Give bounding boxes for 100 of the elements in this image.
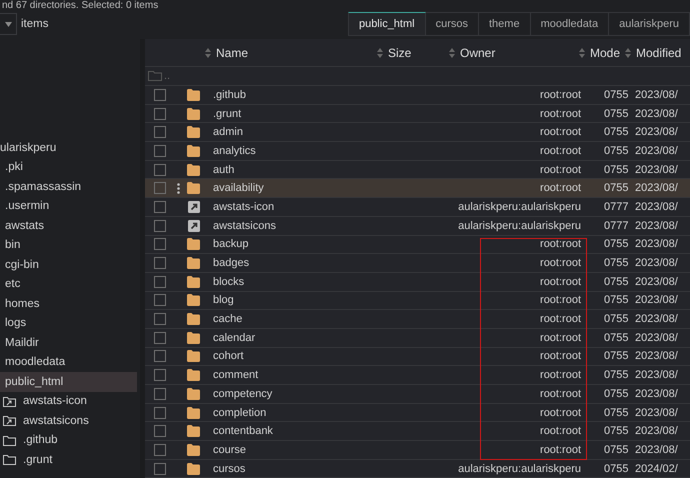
tab[interactable]: theme (479, 12, 531, 36)
modified-cell-text: 2023/08/ (635, 294, 679, 306)
modified-cell-text: 2023/08/ (635, 200, 679, 213)
tree-item[interactable]: etc (0, 274, 140, 294)
tree-item[interactable]: .pki (0, 158, 140, 177)
sort-icon[interactable] (625, 48, 631, 58)
file-name[interactable]: .github (213, 88, 377, 101)
checkbox[interactable] (154, 88, 166, 101)
view-dropdown[interactable] (0, 13, 17, 35)
file-name[interactable]: comment (213, 369, 377, 382)
tree-item[interactable]: cgi-bin (0, 255, 140, 274)
tab[interactable]: aulariskperu (609, 12, 690, 36)
tree-item[interactable]: homes (0, 294, 140, 314)
modified-cell-text: 2023/08/ (635, 332, 679, 344)
folder-icon (187, 108, 200, 120)
tree-item[interactable]: awstatsicons (0, 411, 140, 430)
file-name[interactable]: admin (213, 126, 377, 138)
tab[interactable]: public_html (348, 12, 426, 36)
column-header[interactable]: Name (216, 46, 248, 60)
mode-cell-text: 0755 (603, 126, 630, 138)
tree-item[interactable]: awstats-icon (0, 392, 140, 411)
column-header[interactable]: Size (388, 46, 412, 60)
file-name[interactable]: course (213, 444, 377, 456)
folder-icon (187, 276, 200, 288)
mode-cell-text: 0755 (603, 350, 630, 362)
sort-icon[interactable] (377, 48, 383, 58)
tree-item[interactable]: ulariskperu (0, 138, 140, 158)
checkbox[interactable] (154, 406, 166, 419)
column-header[interactable]: Owner (460, 46, 496, 60)
file-name[interactable]: availability (213, 182, 377, 194)
column-header[interactable]: Modified (636, 46, 682, 60)
tree-item[interactable]: .github (0, 430, 140, 450)
owner-cell-text: root:root (539, 144, 582, 157)
checkbox[interactable] (154, 144, 166, 157)
modified-cell-text: 2023/08/ (635, 164, 679, 176)
mode-cell-text: 0755 (603, 88, 630, 101)
tree-item[interactable]: .spamassassin (0, 177, 140, 196)
tree-item[interactable]: .usermin (0, 196, 140, 216)
tree-item[interactable]: logs (0, 314, 140, 333)
checkbox[interactable] (154, 294, 166, 306)
modified-cell-text: 2023/08/ (635, 88, 679, 101)
checkbox[interactable] (154, 238, 166, 250)
file-name[interactable]: backup (213, 238, 377, 250)
checkbox[interactable] (154, 108, 166, 120)
mode-cell-text: 0755 (603, 332, 630, 344)
checkbox[interactable] (154, 200, 166, 213)
file-name[interactable]: cursos (213, 462, 377, 475)
sort-icon[interactable] (205, 48, 211, 58)
dropdown-label: items (21, 18, 48, 30)
modified-cell-text: 2023/08/ (635, 350, 679, 362)
tree-item[interactable]: Maildir (0, 333, 140, 352)
file-name[interactable]: badges (213, 257, 377, 270)
file-name[interactable]: .grunt (213, 108, 377, 120)
checkbox[interactable] (154, 369, 166, 382)
file-name[interactable]: blocks (213, 276, 377, 288)
tab[interactable]: cursos (426, 12, 479, 36)
checkbox[interactable] (154, 313, 166, 326)
checkbox[interactable] (154, 257, 166, 270)
tree-item[interactable]: public_html (0, 372, 137, 392)
file-name[interactable]: auth (213, 164, 377, 176)
checkbox[interactable] (154, 126, 166, 138)
file-name[interactable]: awstats-icon (213, 200, 377, 213)
checkbox[interactable] (154, 462, 166, 475)
mode-cell-text: 0755 (603, 238, 630, 250)
checkbox[interactable] (154, 220, 166, 232)
tree-item[interactable]: moodledata (0, 352, 140, 372)
tree-item[interactable]: bin (0, 236, 140, 255)
checkbox[interactable] (154, 388, 166, 400)
file-name[interactable]: competency (213, 388, 377, 400)
file-name[interactable]: calendar (213, 332, 377, 344)
checkbox[interactable] (154, 332, 166, 344)
checkbox[interactable] (154, 444, 166, 456)
file-name[interactable]: blog (213, 294, 377, 306)
tab[interactable]: moodledata (530, 12, 610, 36)
folder-icon (187, 164, 200, 176)
modified-cell-text: 2023/08/ (635, 444, 679, 456)
sort-icon[interactable] (449, 48, 455, 58)
more-options-icon[interactable] (177, 182, 180, 194)
modified-cell-text: 2023/08/ (635, 182, 679, 194)
file-name[interactable]: analytics (213, 144, 377, 157)
file-name[interactable]: cohort (213, 350, 377, 362)
checkbox[interactable] (154, 164, 166, 176)
checkbox[interactable] (154, 350, 166, 362)
file-name[interactable]: completion (213, 406, 377, 419)
owner-cell-text: root:root (539, 350, 582, 362)
file-name[interactable]: awstatsicons (213, 220, 377, 232)
folder-icon (187, 406, 200, 419)
tree-item[interactable]: awstats (0, 216, 140, 236)
modified-cell-text: 2023/08/ (635, 238, 679, 250)
file-name[interactable]: cache (213, 313, 377, 326)
checkbox[interactable] (154, 425, 166, 438)
mode-cell-text: 0755 (603, 369, 630, 382)
file-name[interactable]: contentbank (213, 425, 377, 438)
checkbox[interactable] (154, 182, 166, 194)
sort-icon[interactable] (579, 48, 585, 58)
folder-icon (187, 126, 200, 138)
checkbox[interactable] (154, 276, 166, 288)
column-header[interactable]: Mode (590, 46, 620, 60)
mode-cell-text: 0755 (603, 388, 630, 400)
tree-item[interactable]: .grunt (0, 450, 140, 470)
